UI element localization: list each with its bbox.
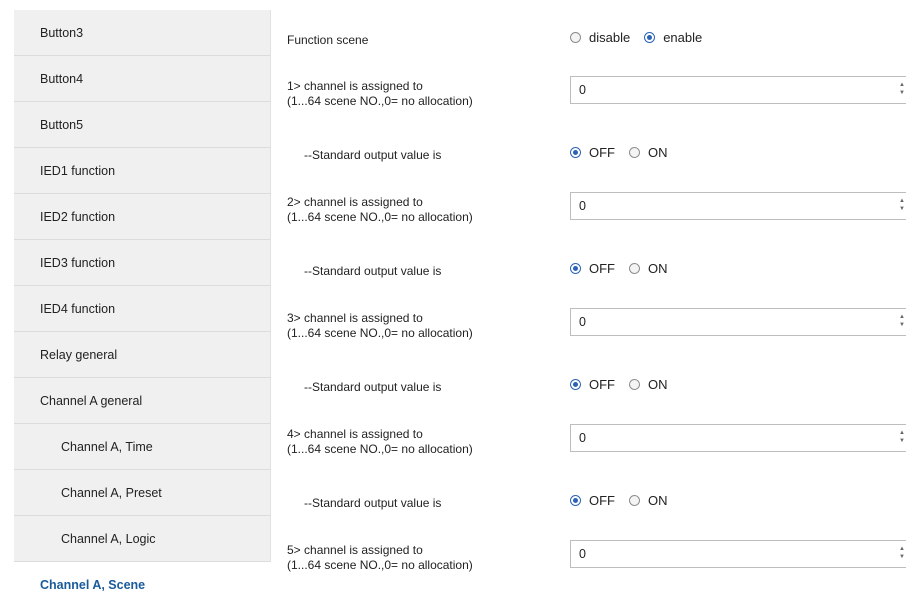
channel-4-output-label: --Standard output value is [304,496,442,510]
radio-on[interactable]: ON [629,261,668,276]
radio-on-circle[interactable] [629,147,640,158]
channel-1-output-label: --Standard output value is [304,148,442,162]
sidebar-item-channel-a-time[interactable]: Channel A, Time [14,424,271,470]
spinner-arrows-icon[interactable]: ▲ ▼ [898,81,906,99]
channel-2-assign-title: 2> channel is assigned to [287,195,423,209]
radio-off-label: OFF [589,261,615,276]
channel-1-assign-hint: (1...64 scene NO.,0= no allocation) [287,94,473,108]
radio-off-circle[interactable] [570,147,581,158]
channel-1-output-radio-group: OFF ON [570,145,682,160]
sidebar-item-label: Button4 [40,71,84,86]
radio-off[interactable]: OFF [570,145,615,160]
radio-off-label: OFF [589,145,615,160]
channel-1-scene-value: 0 [579,83,586,97]
sidebar-item-label: Channel A general [40,393,143,408]
channel-2-assign-hint: (1...64 scene NO.,0= no allocation) [287,210,473,224]
sidebar: Button3 Button4 Button5 IED1 function IE… [14,10,271,608]
sidebar-item-label: Button3 [40,25,84,40]
radio-off[interactable]: OFF [570,493,615,508]
channel-1-assign-label: 1> channel is assigned to (1...64 scene … [287,79,473,109]
channel-3-output-radio-group: OFF ON [570,377,682,392]
radio-off-circle[interactable] [570,379,581,390]
radio-disable-circle[interactable] [570,32,581,43]
settings-panel: Function scene disable enable 1> channel… [271,0,906,608]
radio-off-circle[interactable] [570,495,581,506]
sidebar-item-channel-a-preset[interactable]: Channel A, Preset [14,470,271,516]
channel-2-scene-input[interactable]: 0 ▲ ▼ [570,192,906,220]
radio-disable[interactable]: disable [570,30,630,45]
radio-off-label: OFF [589,493,615,508]
sidebar-item-label: Button5 [40,117,84,132]
sidebar-item-ied2-function[interactable]: IED2 function [14,194,271,240]
sidebar-item-ied1-function[interactable]: IED1 function [14,148,271,194]
sidebar-item-label: Channel A, Scene [40,578,146,592]
channel-5-scene-value: 0 [579,547,586,561]
channel-4-output-radio-group: OFF ON [570,493,682,508]
sidebar-item-label: IED4 function [40,301,116,316]
sidebar-item-label: IED2 function [40,209,116,224]
sidebar-item-label: Channel A, Time [61,439,153,454]
sidebar-item-label: Relay general [40,347,118,362]
function-scene-radio-group: disable enable [570,30,716,45]
channel-5-assign-label: 5> channel is assigned to (1...64 scene … [287,543,473,573]
channel-4-assign-title: 4> channel is assigned to [287,427,423,441]
radio-on-circle[interactable] [629,263,640,274]
sidebar-item-label: IED3 function [40,255,116,270]
channel-3-assign-label: 3> channel is assigned to (1...64 scene … [287,311,473,341]
sidebar-item-button3[interactable]: Button3 [14,10,271,56]
function-scene-label: Function scene [287,33,369,47]
sidebar-item-ied4-function[interactable]: IED4 function [14,286,271,332]
radio-on-circle[interactable] [629,379,640,390]
channel-3-scene-input[interactable]: 0 ▲ ▼ [570,308,906,336]
radio-on-label: ON [648,145,668,160]
channel-5-scene-input[interactable]: 0 ▲ ▼ [570,540,906,568]
channel-2-output-label: --Standard output value is [304,264,442,278]
sidebar-item-button5[interactable]: Button5 [14,102,271,148]
channel-4-assign-hint: (1...64 scene NO.,0= no allocation) [287,442,473,456]
radio-enable[interactable]: enable [644,30,702,45]
sidebar-item-channel-a-scene[interactable]: Channel A, Scene [14,562,271,608]
radio-on[interactable]: ON [629,493,668,508]
radio-on-circle[interactable] [629,495,640,506]
radio-on-label: ON [648,377,668,392]
radio-on-label: ON [648,261,668,276]
channel-5-assign-title: 5> channel is assigned to [287,543,423,557]
sidebar-item-channel-a-logic[interactable]: Channel A, Logic [14,516,271,562]
radio-disable-label: disable [589,30,631,45]
channel-5-assign-hint: (1...64 scene NO.,0= no allocation) [287,558,473,572]
radio-on[interactable]: ON [629,145,668,160]
spinner-arrows-icon[interactable]: ▲ ▼ [898,545,906,563]
channel-4-scene-value: 0 [579,431,586,445]
sidebar-item-relay-general[interactable]: Relay general [14,332,271,378]
channel-3-output-label: --Standard output value is [304,380,442,394]
radio-off[interactable]: OFF [570,261,615,276]
radio-enable-label: enable [663,30,703,45]
spinner-arrows-icon[interactable]: ▲ ▼ [898,197,906,215]
channel-3-assign-title: 3> channel is assigned to [287,311,423,325]
radio-off-circle[interactable] [570,263,581,274]
channel-1-scene-input[interactable]: 0 ▲ ▼ [570,76,906,104]
channel-3-scene-value: 0 [579,315,586,329]
sidebar-item-ied3-function[interactable]: IED3 function [14,240,271,286]
sidebar-item-label: IED1 function [40,163,116,178]
spinner-arrows-icon[interactable]: ▲ ▼ [898,313,906,331]
spinner-arrows-icon[interactable]: ▲ ▼ [898,429,906,447]
channel-2-scene-value: 0 [579,199,586,213]
channel-1-assign-title: 1> channel is assigned to [287,79,423,93]
sidebar-item-label: Channel A, Logic [61,531,156,546]
radio-on-label: ON [648,493,668,508]
channel-2-output-radio-group: OFF ON [570,261,682,276]
channel-3-assign-hint: (1...64 scene NO.,0= no allocation) [287,326,473,340]
radio-off[interactable]: OFF [570,377,615,392]
radio-on[interactable]: ON [629,377,668,392]
channel-4-assign-label: 4> channel is assigned to (1...64 scene … [287,427,473,457]
sidebar-item-button4[interactable]: Button4 [14,56,271,102]
sidebar-item-label: Channel A, Preset [61,485,162,500]
radio-enable-circle[interactable] [644,32,656,43]
radio-off-label: OFF [589,377,615,392]
sidebar-item-channel-a-general[interactable]: Channel A general [14,378,271,424]
channel-2-assign-label: 2> channel is assigned to (1...64 scene … [287,195,473,225]
channel-4-scene-input[interactable]: 0 ▲ ▼ [570,424,906,452]
